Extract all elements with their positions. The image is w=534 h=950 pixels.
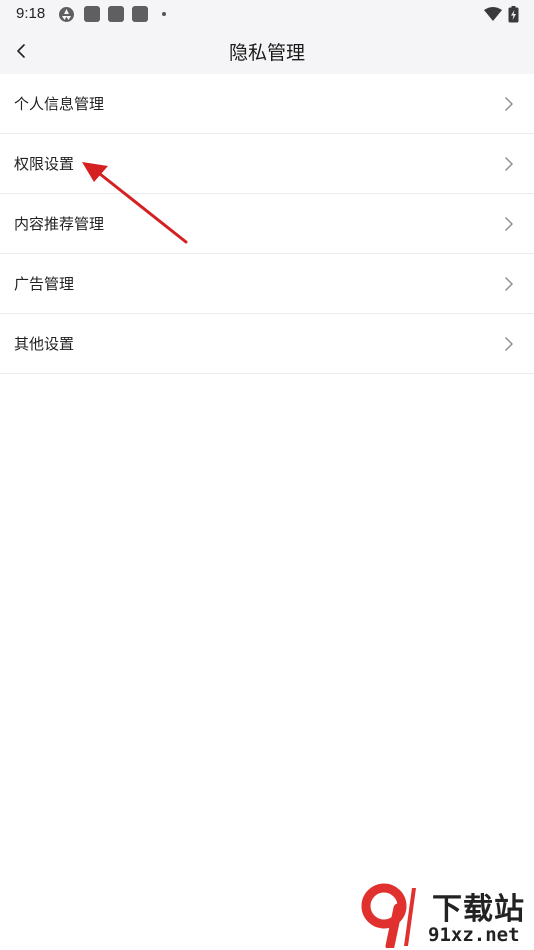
list-item-content-recommendation[interactable]: 内容推荐管理 — [0, 194, 534, 254]
watermark-en-text: 91xz.net — [428, 924, 520, 946]
list-item-label: 权限设置 — [14, 155, 75, 173]
list-item-permissions[interactable]: 权限设置 — [0, 134, 534, 194]
chevron-right-icon — [505, 337, 513, 351]
app-icon — [132, 6, 148, 22]
aperture-icon — [59, 7, 74, 22]
battery-charging-icon — [508, 6, 519, 23]
watermark-cn-text: 下载站 — [432, 892, 525, 927]
list-item-other-settings[interactable]: 其他设置 — [0, 314, 534, 374]
app-icon — [108, 6, 124, 22]
chevron-right-icon — [505, 217, 513, 231]
status-bar: 9:18 — [0, 0, 534, 28]
list-item-personal-info[interactable]: 个人信息管理 — [0, 74, 534, 134]
list-item-label: 广告管理 — [14, 275, 75, 293]
chevron-right-icon — [505, 277, 513, 291]
status-time: 9:18 — [16, 5, 46, 22]
dot-icon — [162, 12, 166, 16]
watermark: 下载站 91xz.net — [360, 880, 534, 950]
privacy-settings-list: 个人信息管理 权限设置 内容推荐管理 广告管理 其他设置 — [0, 74, 534, 374]
list-item-label: 其他设置 — [14, 335, 75, 353]
page-title: 隐私管理 — [228, 42, 305, 64]
app-icon — [84, 6, 100, 22]
chevron-right-icon — [505, 97, 513, 111]
header: 隐私管理 — [0, 28, 534, 74]
list-item-ads[interactable]: 广告管理 — [0, 254, 534, 314]
chevron-right-icon — [505, 157, 513, 171]
watermark-logo-icon — [361, 883, 416, 948]
wifi-icon — [484, 7, 502, 21]
list-item-label: 个人信息管理 — [14, 95, 105, 113]
list-item-label: 内容推荐管理 — [14, 215, 105, 233]
